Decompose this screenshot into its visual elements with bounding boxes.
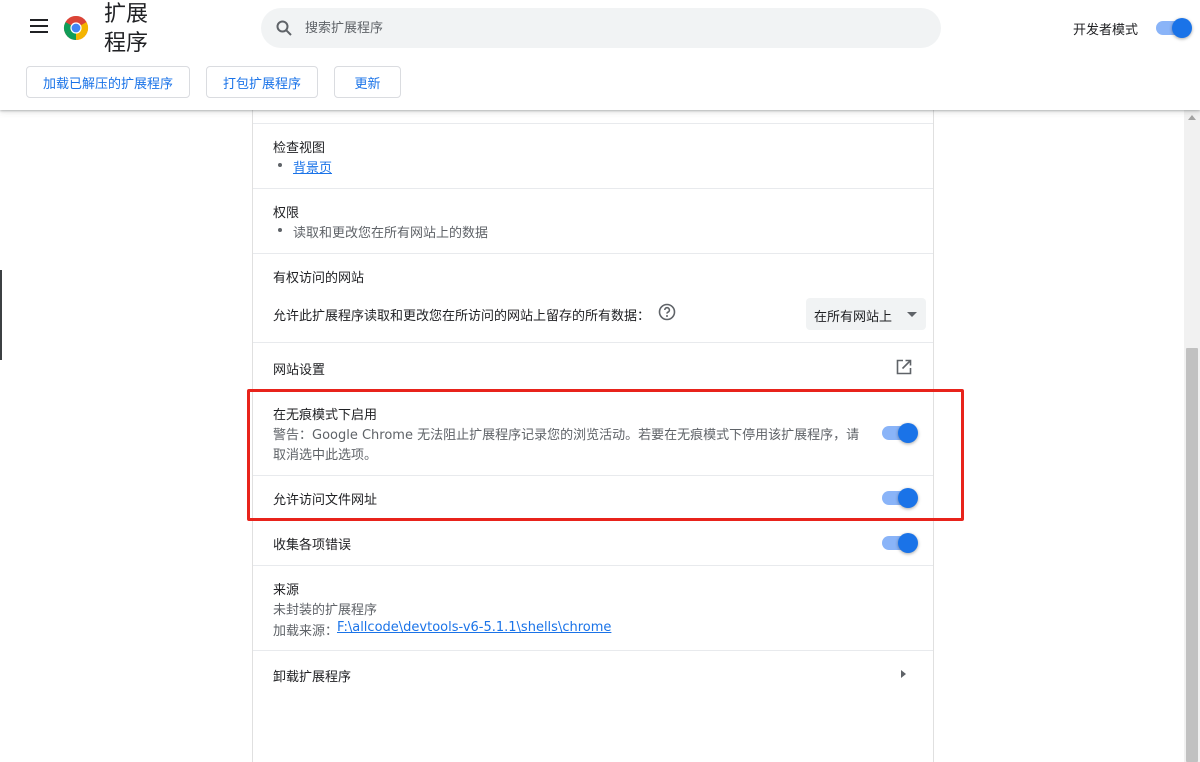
divider xyxy=(253,390,933,391)
inspect-views-heading: 检查视图 xyxy=(273,141,326,156)
site-access-selected: 在所有网站上 xyxy=(814,310,893,325)
scrollbar[interactable] xyxy=(1184,110,1200,762)
search-icon[interactable] xyxy=(275,19,293,37)
site-access-heading: 有权访问的网站 xyxy=(273,271,365,286)
source-path-link[interactable]: F:\allcode\devtools-v6-5.1.1\shells\chro… xyxy=(337,620,611,635)
scroll-up-icon[interactable] xyxy=(1188,115,1196,120)
loaded-from-label: 加载来源： xyxy=(273,624,339,639)
background-page-link[interactable]: 背景页 xyxy=(293,157,332,176)
incognito-warning-line1: 警告：Google Chrome 无法阻止扩展程序记录您的浏览活动。若要在无痕模… xyxy=(273,428,860,443)
remove-extension-label[interactable]: 卸载扩展程序 xyxy=(273,666,351,685)
collect-errors-toggle[interactable] xyxy=(882,533,918,553)
site-access-description: 允许此扩展程序读取和更改您在所访问的网站上留存的所有数据： xyxy=(273,309,651,324)
divider xyxy=(253,565,933,566)
open-in-new-icon[interactable] xyxy=(895,358,913,376)
dev-mode-toggle[interactable] xyxy=(1156,18,1192,38)
search-input[interactable] xyxy=(305,8,925,48)
divider xyxy=(253,475,933,476)
divider xyxy=(253,123,933,124)
bullet xyxy=(278,228,282,232)
collect-errors-label: 收集各项错误 xyxy=(273,538,352,553)
divider xyxy=(253,520,933,521)
update-button[interactable]: 更新 xyxy=(334,66,401,98)
divider xyxy=(253,342,933,343)
site-settings-label[interactable]: 网站设置 xyxy=(273,359,325,378)
window-edge xyxy=(0,270,2,360)
menu-icon[interactable] xyxy=(30,19,48,35)
dropdown-caret-icon xyxy=(907,312,917,317)
top-toolbar: 扩展程序 开发者模式 加载已解压的扩展程序 打包扩展程序 更新 xyxy=(0,0,1200,110)
help-icon[interactable] xyxy=(658,303,676,321)
incognito-warning-line2: 取消选中此选项。 xyxy=(273,448,378,463)
chrome-logo-icon xyxy=(63,15,89,40)
incognito-heading: 在无痕模式下启用 xyxy=(273,408,378,423)
site-access-select[interactable]: 在所有网站上 xyxy=(806,298,926,330)
divider xyxy=(253,253,933,254)
load-unpacked-button[interactable]: 加载已解压的扩展程序 xyxy=(26,66,190,98)
permission-item: 读取和更改您在所有网站上的数据 xyxy=(293,226,489,241)
divider xyxy=(253,188,933,189)
chevron-right-icon[interactable] xyxy=(901,670,906,678)
source-type: 未封装的扩展程序 xyxy=(273,603,378,618)
bullet xyxy=(278,163,282,167)
page-title: 扩展程序 xyxy=(104,2,149,56)
incognito-toggle[interactable] xyxy=(882,423,918,443)
divider xyxy=(253,650,933,651)
file-urls-label: 允许访问文件网址 xyxy=(273,493,378,508)
permissions-heading: 权限 xyxy=(273,206,300,221)
dev-mode-label: 开发者模式 xyxy=(1073,23,1139,38)
file-urls-toggle[interactable] xyxy=(882,488,918,508)
extension-details-card: 检查视图 背景页 权限 读取和更改您在所有网站上的数据 有权访问的网站 允许此扩… xyxy=(252,110,934,762)
scroll-thumb[interactable] xyxy=(1186,348,1198,762)
pack-extension-button[interactable]: 打包扩展程序 xyxy=(206,66,318,98)
source-heading: 来源 xyxy=(273,583,300,598)
search-box[interactable] xyxy=(261,8,941,48)
